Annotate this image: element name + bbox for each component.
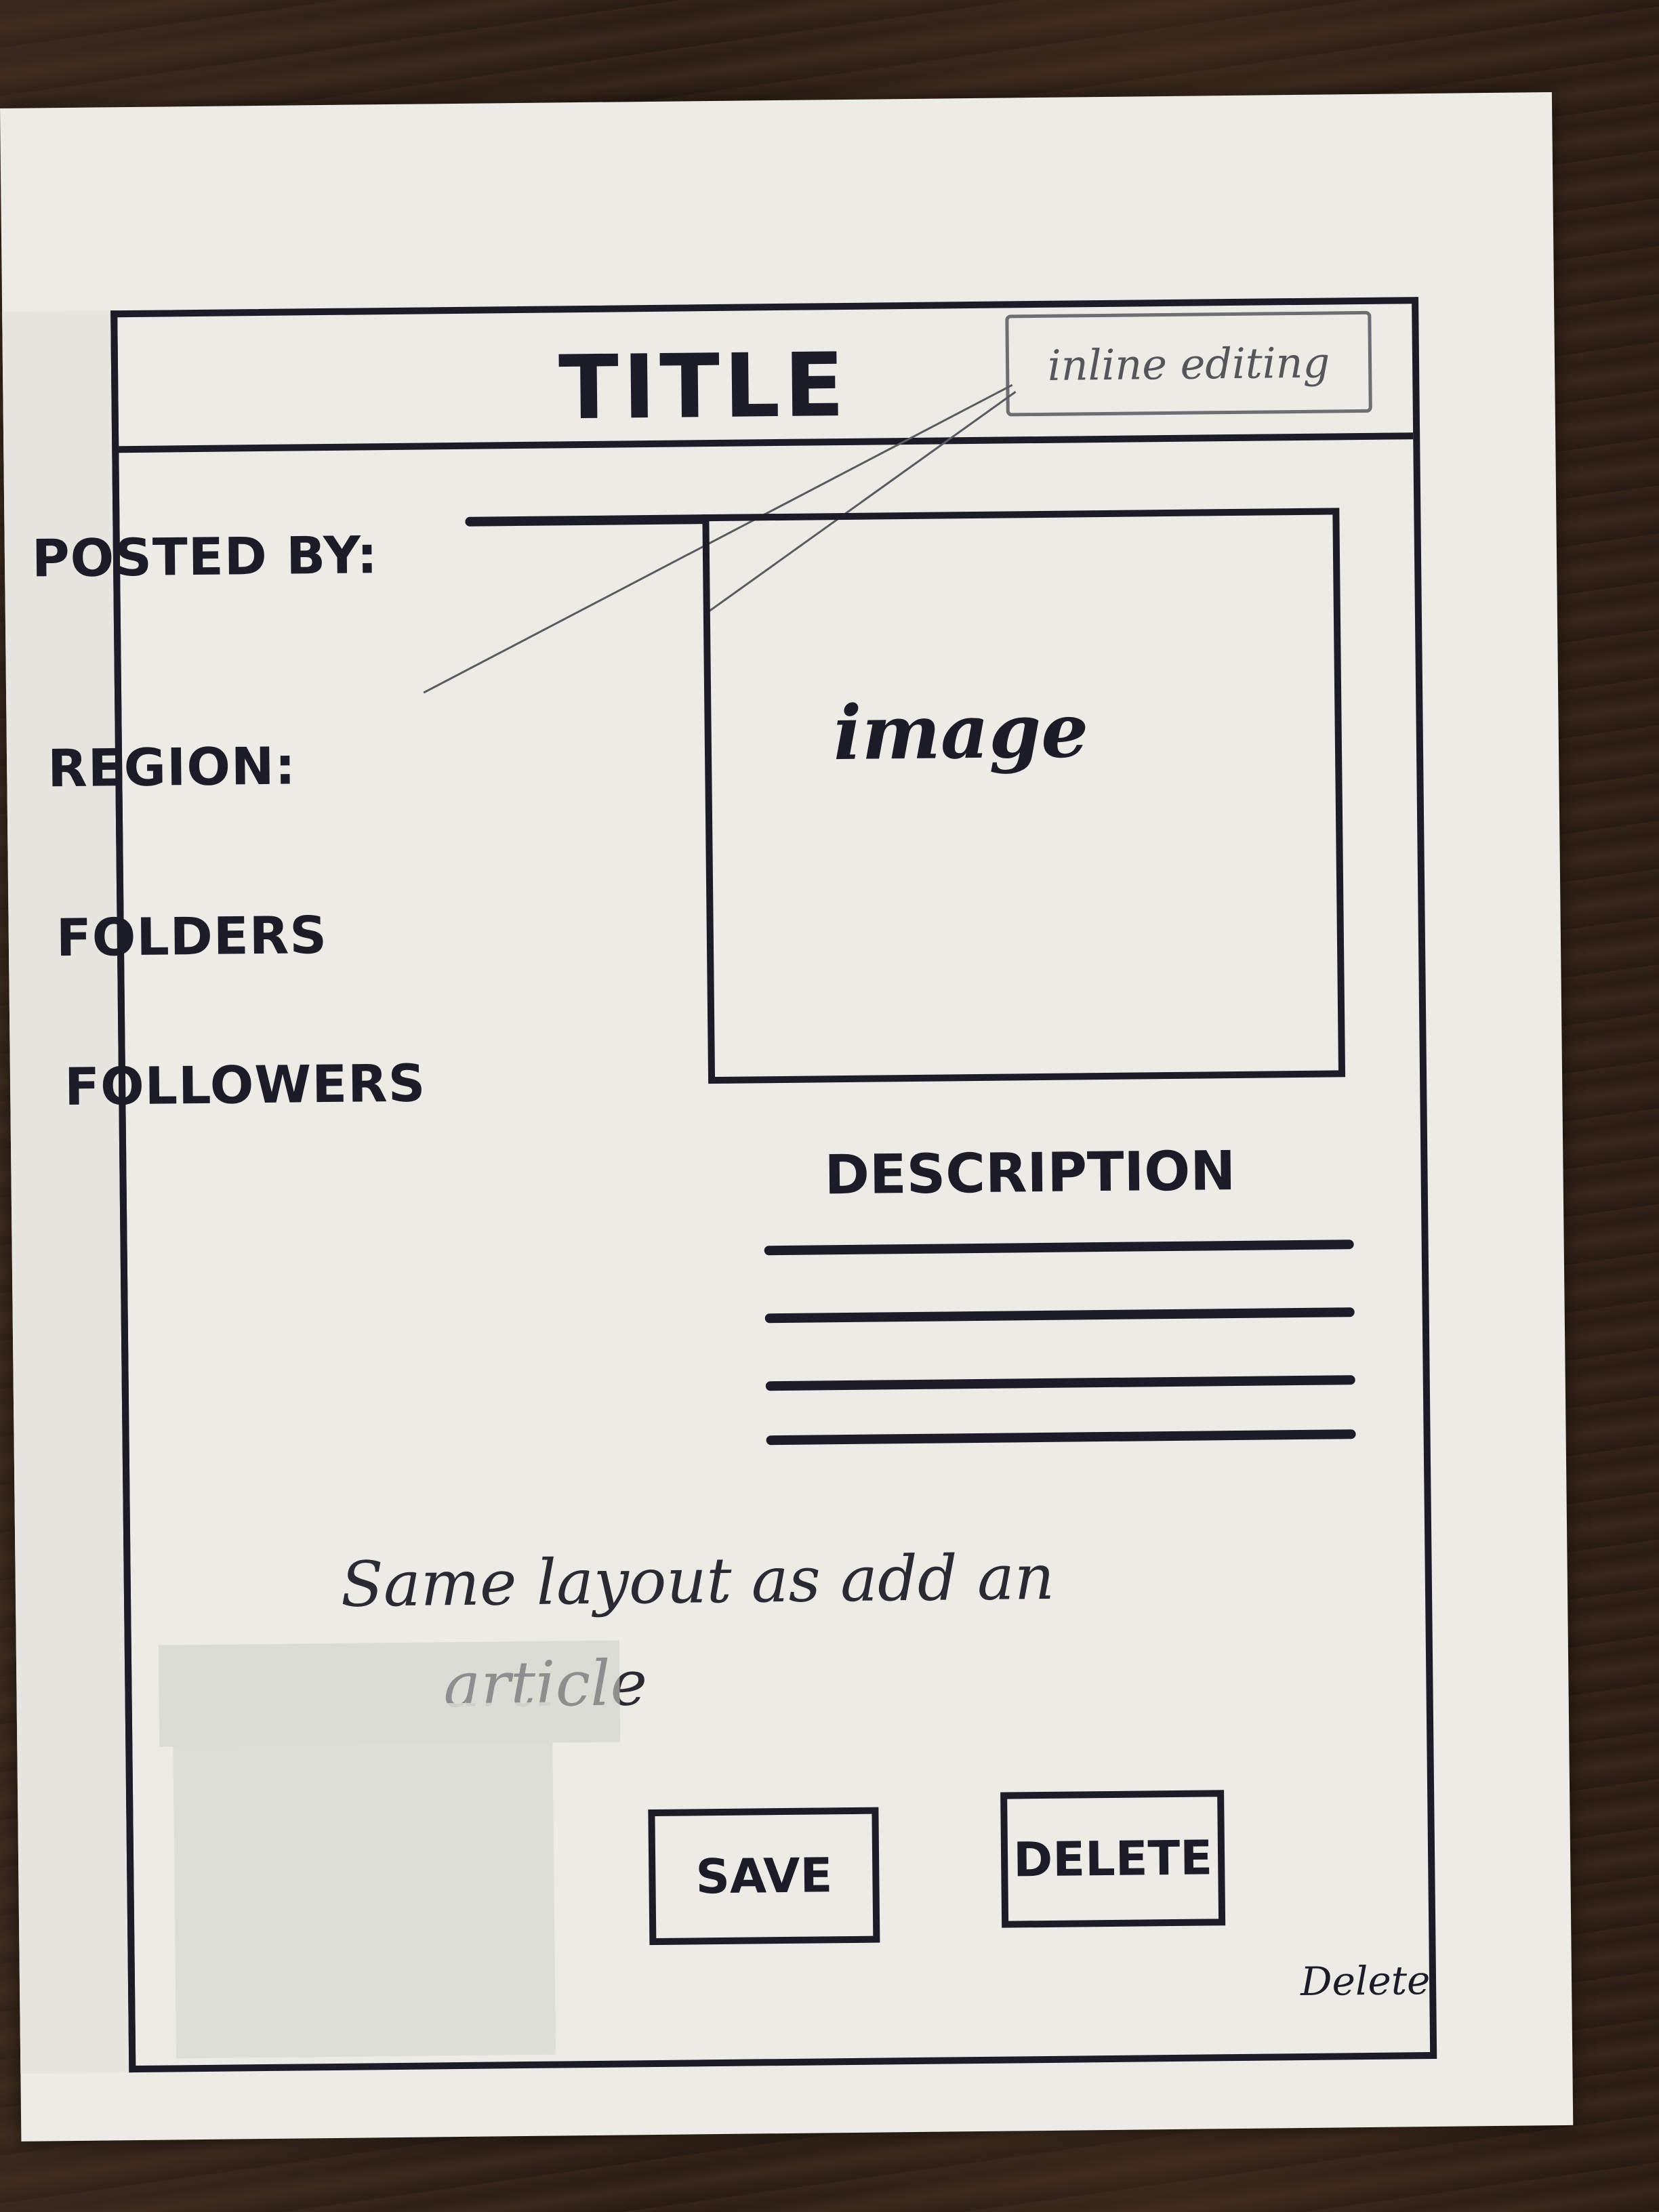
- region-label: REGION:: [47, 735, 297, 799]
- inline-editing-annotation: inline editing: [1005, 310, 1372, 417]
- description-line[interactable]: [765, 1375, 1355, 1391]
- page-title[interactable]: TITLE: [558, 333, 849, 439]
- posted-by-label: POSTED BY:: [31, 525, 379, 589]
- followers-label: FOLLOWERS: [64, 1052, 426, 1118]
- screen-frame: TITLE inline editing POSTED BY: REGION: …: [31, 297, 1437, 2073]
- posted-by-field-line[interactable]: [465, 514, 710, 527]
- description-line[interactable]: [764, 1307, 1355, 1324]
- delete-link[interactable]: Delete: [1300, 1957, 1431, 2005]
- description-line[interactable]: [764, 1240, 1354, 1256]
- image-label: image: [833, 687, 1089, 777]
- image-placeholder[interactable]: image: [702, 508, 1346, 1084]
- tape-patch: [172, 1702, 556, 2059]
- header-bar: TITLE inline editing: [117, 304, 1414, 453]
- sketch-paper: TITLE inline editing POSTED BY: REGION: …: [0, 92, 1574, 2142]
- description-title: DESCRIPTION: [824, 1139, 1236, 1207]
- layout-note-line1: Same layout as add an: [340, 1540, 1055, 1621]
- save-button[interactable]: SAVE: [648, 1807, 880, 1946]
- description-line[interactable]: [766, 1429, 1356, 1446]
- delete-button[interactable]: DELETE: [1000, 1790, 1226, 1928]
- folders-label: FOLDERS: [56, 905, 328, 968]
